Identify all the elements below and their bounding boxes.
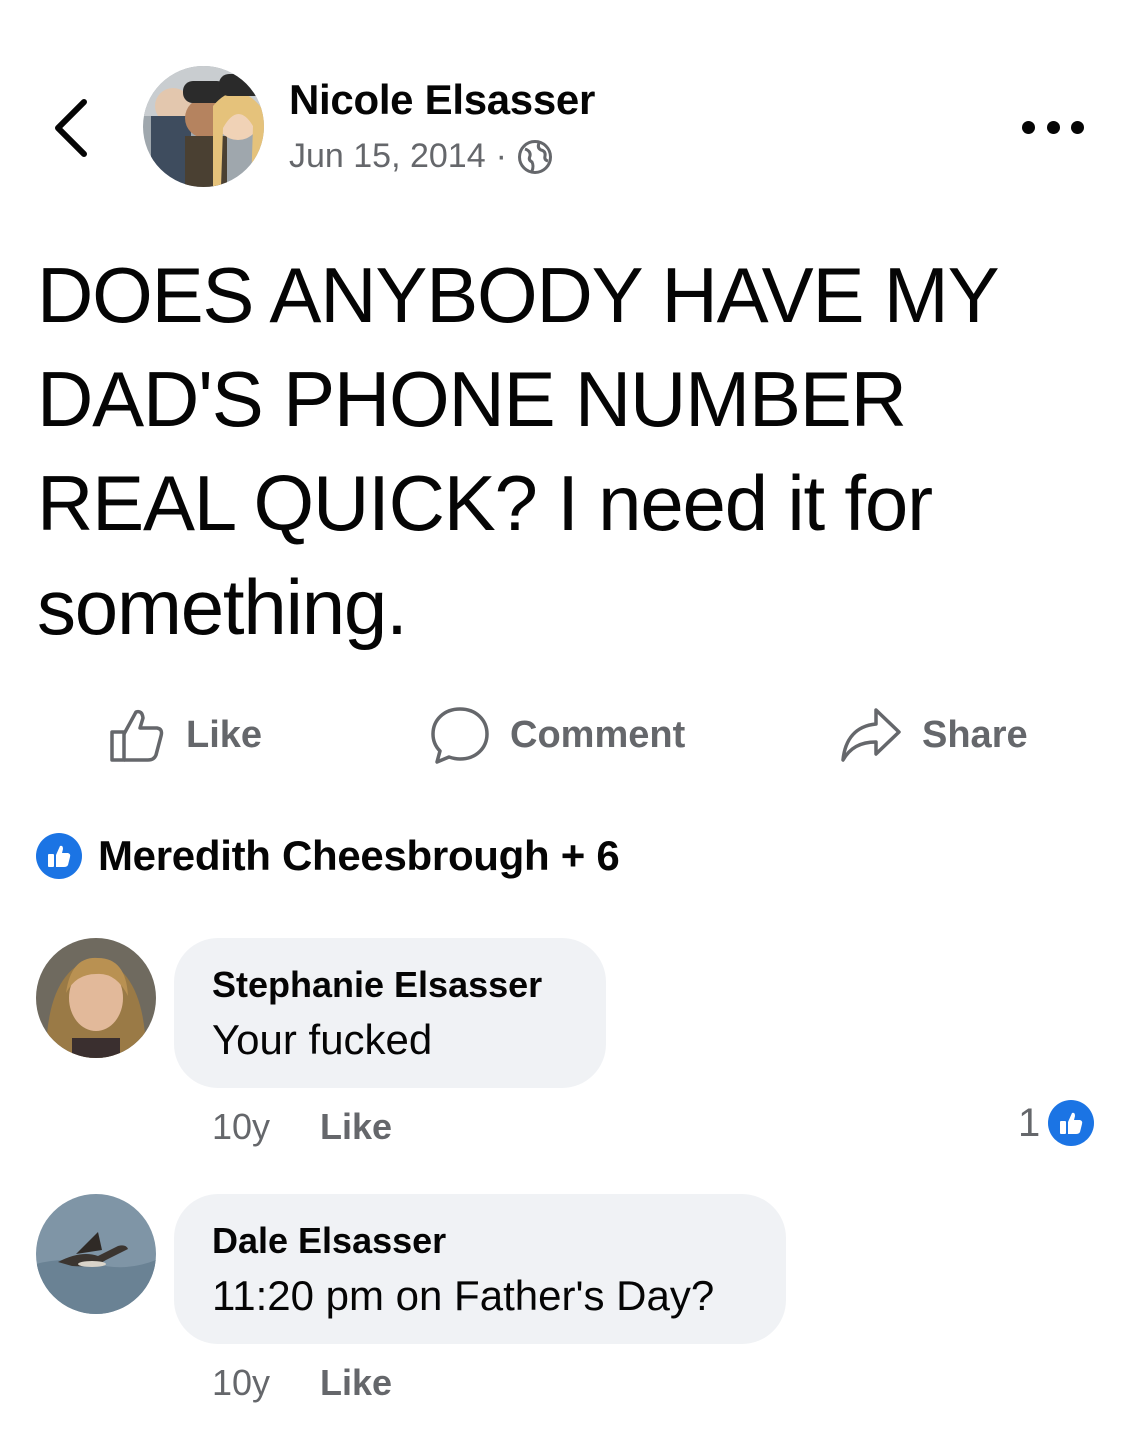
more-dot (1046, 120, 1060, 134)
comment-time[interactable]: 10y (212, 1362, 270, 1404)
comment-time[interactable]: 10y (212, 1106, 270, 1148)
meta-separator: · (495, 137, 507, 175)
reactions-summary[interactable]: Meredith Cheesbrough + 6 (36, 830, 620, 882)
share-arrow-icon (841, 708, 901, 762)
globe-icon[interactable] (517, 139, 553, 175)
thumbs-up-outline-icon (110, 709, 164, 762)
more-options-button[interactable] (1022, 112, 1084, 142)
author-name[interactable]: Nicole Elsasser (289, 76, 595, 124)
comment-bubble[interactable]: Dale Elsasser 11:20 pm on Father's Day? (174, 1194, 786, 1344)
commenter-avatar[interactable] (36, 938, 156, 1058)
like-button[interactable]: Like (108, 690, 262, 780)
comment-bubble[interactable]: Stephanie Elsasser Your fucked (174, 938, 606, 1088)
post-header: Nicole Elsasser Jun 15, 2014 · (0, 0, 1125, 220)
post-body-text: DOES ANYBODY HAVE MY DAD'S PHONE NUMBER … (37, 251, 998, 651)
like-label: Like (186, 713, 263, 756)
commenter-name[interactable]: Stephanie Elsasser (212, 962, 568, 1008)
comment-reaction-count[interactable]: 1 (1018, 1100, 1095, 1146)
comment-label: Comment (510, 713, 686, 756)
comment-text: 11:20 pm on Father's Day? (212, 1272, 715, 1319)
thumbs-up-icon (1048, 1100, 1095, 1146)
post-date[interactable]: Jun 15, 2014 (289, 137, 486, 176)
commenter-name[interactable]: Dale Elsasser (212, 1218, 748, 1264)
commenter-avatar[interactable] (36, 1194, 156, 1314)
reactions-summary-text: Meredith Cheesbrough + 6 (98, 832, 620, 879)
share-label: Share (922, 713, 1028, 756)
more-dots-icon (1022, 120, 1035, 134)
post-meta: Jun 15, 2014 · (289, 137, 553, 176)
comment-button[interactable]: Comment (430, 690, 685, 780)
comment-item: Dale Elsasser 11:20 pm on Father's Day? … (0, 1194, 1125, 1414)
post-actions-bar: Like Comment Share (0, 690, 1125, 780)
reaction-count: 1 (1018, 1100, 1041, 1145)
comment-item: Stephanie Elsasser Your fucked 10y Like … (0, 938, 1125, 1158)
comment-like-button[interactable]: Like (320, 1362, 392, 1404)
share-button[interactable]: Share (840, 690, 1028, 780)
comment-meta: 10y Like (212, 1362, 392, 1404)
comment-bubble-icon (431, 707, 489, 764)
author-avatar[interactable] (143, 66, 264, 187)
comment-meta: 10y Like (212, 1106, 392, 1148)
more-dot (1071, 120, 1084, 134)
comment-text: Your fucked (212, 1016, 433, 1063)
back-button[interactable] (44, 92, 104, 164)
comment-like-button[interactable]: Like (320, 1106, 392, 1148)
chevron-left-icon (55, 99, 87, 157)
thumbs-up-icon (36, 833, 82, 879)
